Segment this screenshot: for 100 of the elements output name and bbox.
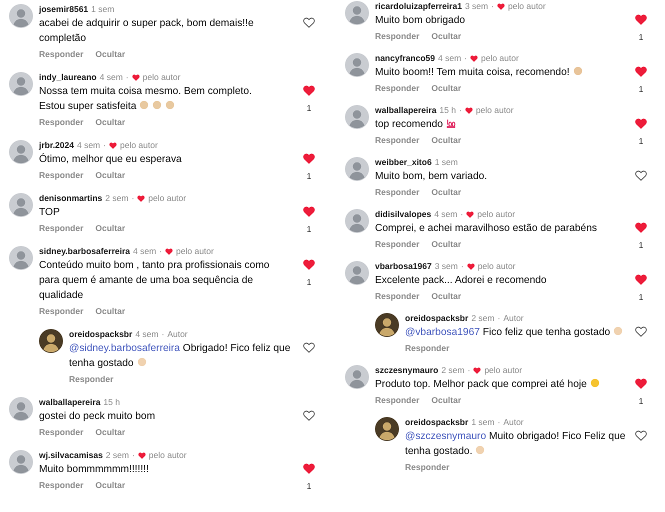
heart-outline-icon[interactable] (635, 430, 647, 441)
liked-by-author-label: pelo autor (148, 192, 186, 204)
comment-action-link[interactable]: Ocultar (95, 117, 126, 128)
comment-action-link[interactable]: Ocultar (431, 291, 462, 302)
like-count: 1 (306, 104, 312, 113)
comment-action-link[interactable]: Responder (375, 83, 420, 94)
username[interactable]: vbarbosa1967 (375, 260, 432, 272)
heart-outline-icon[interactable] (303, 410, 315, 421)
like-count: 1 (306, 225, 312, 234)
comment-action-link[interactable]: Responder (405, 462, 450, 473)
username[interactable]: walballapereira (39, 396, 100, 408)
comment-action-link[interactable]: Ocultar (95, 49, 126, 60)
mention-link[interactable]: @sidney.barbosaferreira (69, 343, 180, 354)
username[interactable]: didisilvalopes (375, 208, 432, 220)
separator-dot: · (497, 416, 500, 428)
heart-icon[interactable] (303, 259, 315, 270)
separator-dot: · (458, 104, 462, 116)
heart-icon[interactable] (303, 206, 315, 217)
username[interactable]: oreidospacksbr (69, 328, 132, 340)
avatar-icon[interactable] (375, 313, 399, 337)
heart-outline-icon[interactable] (303, 17, 315, 28)
username[interactable]: nancyfranco59 (375, 52, 435, 64)
comment-action-link[interactable]: Responder (39, 427, 84, 438)
comment-action-link[interactable]: Responder (375, 291, 420, 302)
comment-time: 1 sem (434, 156, 458, 168)
username[interactable]: jrbr.2024 (39, 139, 74, 151)
comment-action-link[interactable]: Responder (39, 117, 84, 128)
comment-action-link[interactable]: Ocultar (431, 31, 462, 42)
username[interactable]: indy_laureano (39, 71, 97, 83)
like-count: 1 (638, 85, 644, 94)
comment-action-link[interactable]: Responder (39, 170, 84, 181)
heart-icon[interactable] (303, 85, 315, 96)
avatar-icon[interactable] (39, 329, 63, 353)
like-count: 1 (638, 33, 644, 42)
comment-action-link[interactable]: Ocultar (431, 187, 462, 198)
liked-by-author-label: pelo autor (120, 139, 158, 151)
comment-action-link[interactable]: Ocultar (95, 427, 126, 438)
comment-action-link[interactable]: Ocultar (95, 480, 126, 491)
comment-text: Produto top. Melhor pack que comprei até hoje (375, 377, 612, 392)
avatar-icon[interactable] (375, 417, 399, 441)
comment-action-link[interactable]: Responder (39, 223, 84, 234)
comment-action-link[interactable]: Responder (69, 374, 114, 385)
heart-icon[interactable] (635, 222, 647, 233)
comment-action-link[interactable]: Responder (39, 306, 84, 317)
comment-action-link[interactable]: Responder (375, 239, 420, 250)
comment-action-link[interactable]: Responder (375, 187, 420, 198)
liked-by-author-label: pelo autor (176, 245, 214, 257)
comment-text: Muito bom obrigado (375, 14, 466, 28)
hundred-points-icon (446, 118, 456, 128)
comment-action-link[interactable]: Responder (375, 31, 420, 42)
mention-link[interactable]: @szczesnymauro (405, 431, 486, 442)
comment-action-link[interactable]: Ocultar (95, 223, 126, 234)
comment-action-link[interactable]: Ocultar (431, 83, 462, 94)
heart-outline-icon[interactable] (303, 342, 315, 353)
heart-icon[interactable] (635, 66, 647, 77)
reply-text: @szczesnymauro Muito obrigado! Fico Feliz que tenha gostado. (405, 430, 626, 459)
username[interactable]: sidney.barbosaferreira (39, 245, 130, 257)
comment-action-link[interactable]: Responder (405, 343, 450, 354)
author-label: Autor (167, 328, 188, 340)
comment-time: 4 sem (434, 208, 458, 220)
heart-icon[interactable] (635, 274, 647, 285)
comment-action-link[interactable]: Ocultar (431, 395, 462, 406)
comment-time: 1 sem (91, 3, 114, 15)
separator-dot: · (460, 208, 464, 220)
username[interactable]: weibber_xito6 (375, 156, 432, 168)
comment-action-link[interactable]: Responder (375, 135, 420, 146)
comment-action-link[interactable]: Ocultar (431, 239, 462, 250)
heart-icon[interactable] (635, 378, 647, 389)
mention-link[interactable]: @vbarbosa1967 (405, 327, 480, 338)
comment-text: Muito bom, bem variado. (375, 170, 488, 184)
username[interactable]: oreidospacksbr (405, 312, 468, 324)
comment-action-link[interactable]: Ocultar (95, 306, 126, 317)
username[interactable]: wj.silvacamisas (39, 449, 103, 461)
comment-text: Conteúdo muito bom , tanto pra profissionais como para quem é amante de uma boa sequência de qualidade (39, 259, 270, 303)
heart-outline-icon[interactable] (635, 326, 647, 337)
comment-action-link[interactable]: Ocultar (95, 170, 126, 181)
username[interactable]: oreidospacksbr (405, 416, 468, 428)
username[interactable]: ricardoluizapferreira1 (375, 0, 462, 12)
username[interactable]: walballapereira (375, 104, 436, 116)
comment-action-link[interactable]: Responder (375, 395, 420, 406)
heart-outline-icon[interactable] (635, 170, 647, 181)
comment-action-link[interactable]: Ocultar (431, 135, 462, 146)
like-count: 1 (638, 241, 644, 250)
username[interactable]: szczesnymauro (375, 364, 438, 376)
heart-icon[interactable] (635, 14, 647, 25)
liked-by-author-label: pelo autor (148, 449, 187, 461)
comment-text: top recomendo (375, 117, 612, 132)
heart-icon[interactable] (303, 153, 315, 164)
comment-action-link[interactable]: Responder (39, 49, 84, 60)
separator-dot: · (126, 71, 129, 83)
comment-time: 4 sem (438, 52, 462, 64)
comment-action-link[interactable]: Responder (39, 480, 84, 491)
heart-icon[interactable] (303, 463, 315, 474)
username[interactable]: josemir8561 (39, 3, 88, 15)
comment-text: Nossa tem muita coisa mesmo. Bem completo. Estou super satisfeita (39, 85, 253, 114)
separator-dot: · (132, 449, 135, 461)
username[interactable]: denisonmartins (39, 192, 102, 204)
heart-icon[interactable] (635, 118, 647, 129)
comment-time: 4 sem (76, 139, 100, 151)
separator-dot: · (464, 52, 467, 64)
